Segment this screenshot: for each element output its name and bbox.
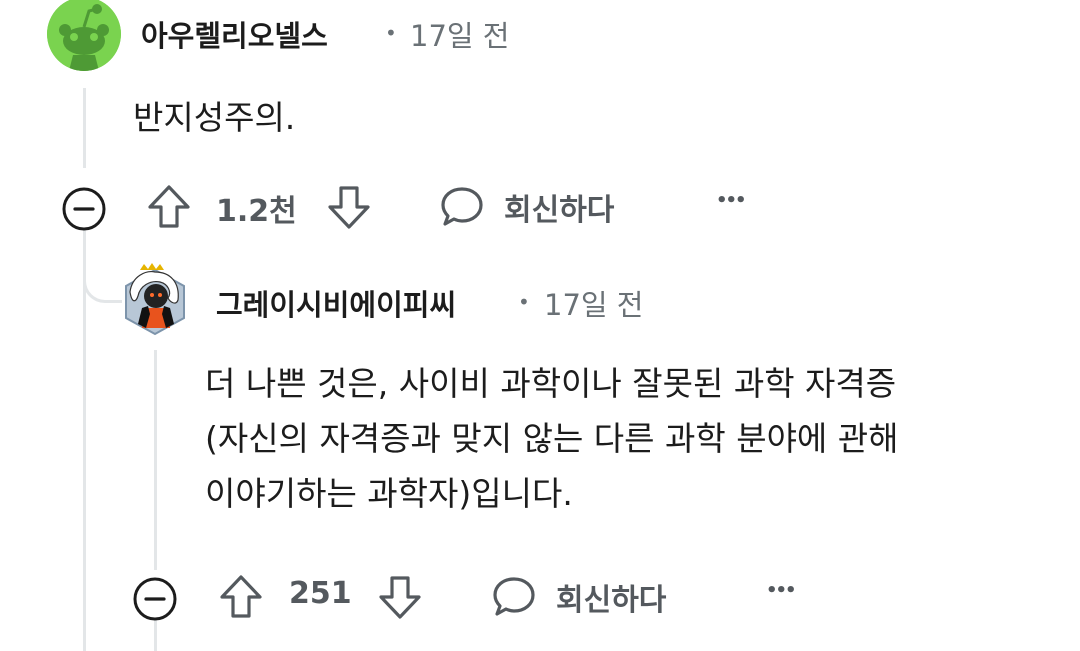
comment-timestamp: 17일 전 xyxy=(544,288,644,322)
vote-count: 1.2천 xyxy=(216,194,297,229)
downvote-button[interactable] xyxy=(326,182,372,232)
more-options-icon[interactable]: ••• xyxy=(766,580,796,601)
downvote-button[interactable] xyxy=(377,572,423,622)
collapse-button[interactable] xyxy=(61,186,107,232)
upvote-icon xyxy=(218,572,264,622)
reply-button[interactable]: 회신하다 xyxy=(438,183,614,231)
collapse-icon xyxy=(132,576,178,622)
thread-branch xyxy=(83,260,122,303)
comment-username[interactable]: 그레이시비에이피씨 xyxy=(216,282,456,324)
more-options-icon[interactable]: ••• xyxy=(716,190,746,211)
comment-username[interactable]: 아우렐리오넬스 xyxy=(141,13,328,55)
vote-count: 251 xyxy=(289,576,352,611)
reply-button[interactable]: 회신하다 xyxy=(490,573,666,621)
comment-body-line: 더 나쁜 것은, 사이비 과학이나 잘못된 과학 자격증 xyxy=(205,364,897,403)
avatar[interactable] xyxy=(120,262,190,338)
reply-label: 회신하다 xyxy=(504,193,615,228)
avatar[interactable] xyxy=(47,0,121,71)
meta-separator: • xyxy=(385,21,397,45)
thread-line-reply-bottom xyxy=(154,620,157,651)
collapse-button[interactable] xyxy=(132,576,178,622)
comment-timestamp: 17일 전 xyxy=(410,19,510,53)
comment-body-line: (자신의 자격증과 맞지 않는 다른 과학 분야에 관해 xyxy=(205,419,899,458)
upvote-button[interactable] xyxy=(146,182,192,232)
character-avatar-icon xyxy=(125,263,185,336)
comment-body-line: 이야기하는 과학자)입니다. xyxy=(205,474,573,513)
reply-bubble-icon xyxy=(490,573,538,621)
reply-label: 회신하다 xyxy=(556,583,667,618)
upvote-button[interactable] xyxy=(218,572,264,622)
collapse-icon xyxy=(61,186,107,232)
snoo-avatar-icon xyxy=(47,0,121,71)
reply-bubble-icon xyxy=(438,183,486,231)
upvote-icon xyxy=(146,182,192,232)
meta-separator: • xyxy=(518,290,530,314)
comment-body: 반지성주의. xyxy=(133,98,296,137)
comment-body: 더 나쁜 것은, 사이비 과학이나 잘못된 과학 자격증 (자신의 자격증과 맞… xyxy=(205,356,1065,521)
thread-line-reply xyxy=(154,350,157,570)
downvote-icon xyxy=(326,182,372,232)
thread-line-main xyxy=(83,230,86,651)
downvote-icon xyxy=(377,572,423,622)
thread-line-top xyxy=(83,88,86,168)
